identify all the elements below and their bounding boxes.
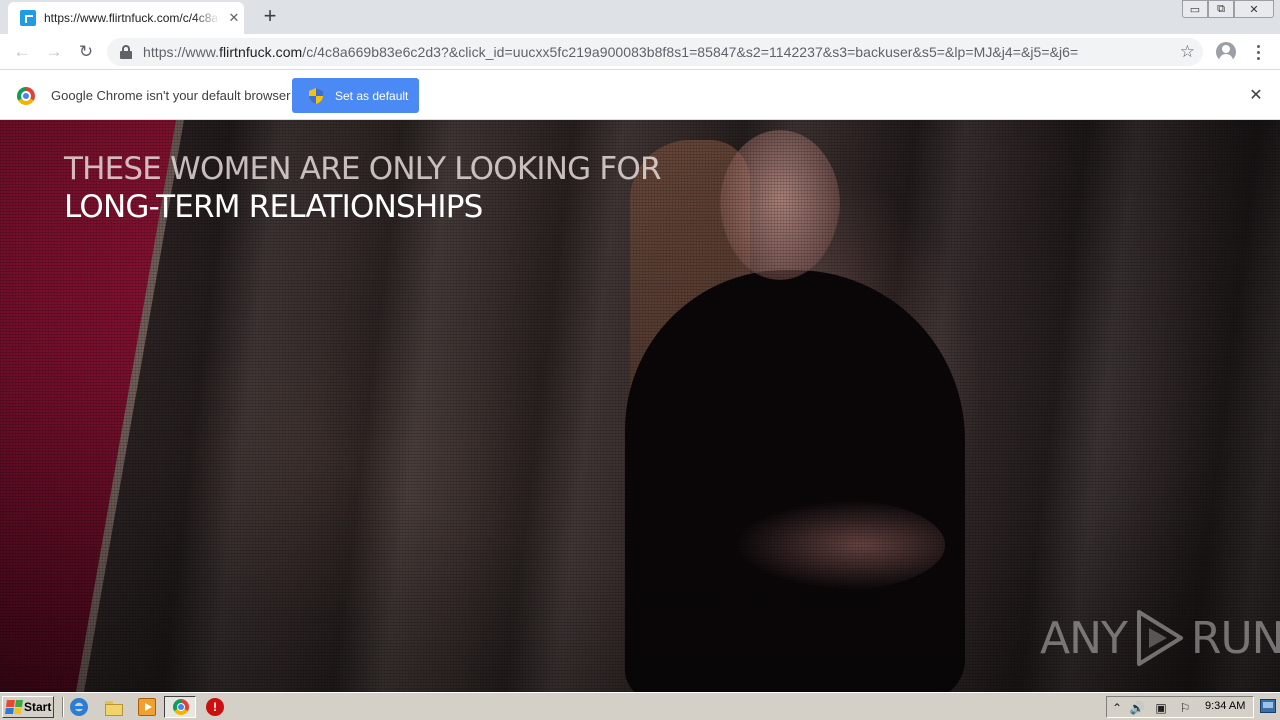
start-label: Start [24,700,52,714]
site-favicon-icon [20,10,36,26]
forward-button[interactable]: → [43,41,65,63]
taskbar-separator [62,697,64,717]
show-desktop-icon[interactable] [1260,699,1276,713]
start-button[interactable]: Start [2,696,54,718]
taskbar-clock[interactable]: 9:34 AM [1205,700,1245,712]
windows-taskbar: Start ! ⌃ 🔊 ▣ ⚐ 9:34 AM [0,692,1280,720]
windows-flag-icon [5,700,23,714]
system-tray: ⌃ 🔊 ▣ ⚐ 9:34 AM [1106,696,1254,718]
woman-arms [735,500,945,590]
url-scheme: https://www. [143,44,220,60]
set-as-default-button[interactable]: Set as default [292,78,419,113]
infobar-message: Google Chrome isn't your default browser [51,88,291,103]
media-player-icon[interactable] [138,698,156,716]
woman-face [720,130,840,280]
back-button[interactable]: ← [11,41,33,63]
bookmark-star-icon[interactable]: ☆ [1180,42,1195,62]
page-headline: THESE WOMEN ARE ONLY LOOKING FOR LONG-TE… [64,150,664,226]
network-icon[interactable]: ▣ [1153,700,1169,716]
chrome-menu-icon[interactable] [1250,42,1266,62]
watermark-any: ANY [1040,612,1128,664]
screen: https://www.flirtnfuck.com/c/4c8a669b83e… [0,0,1280,720]
uac-shield-icon [309,87,323,104]
set-as-default-label: Set as default [335,88,409,103]
tray-expand-icon[interactable]: ⌃ [1109,700,1125,716]
volume-icon[interactable]: 🔊 [1129,700,1145,716]
anyrun-watermark: ANY RUN [1040,608,1280,668]
browser-toolbar: ← → ↻ https://www.flirtnfuck.com/c/4c8a6… [0,34,1280,70]
window-maximize-button[interactable]: ⧉ [1208,0,1234,18]
chrome-logo-icon [17,87,35,105]
tab-close-icon[interactable]: ✕ [226,10,242,26]
tab-strip: https://www.flirtnfuck.com/c/4c8a669b83e… [0,0,1280,34]
taskbar-chrome-button[interactable] [164,696,196,718]
new-tab-button[interactable]: + [258,5,282,28]
watermark-run: RUN [1190,612,1280,664]
action-center-flag-icon[interactable]: ⚐ [1177,700,1193,716]
address-bar[interactable]: https://www.flirtnfuck.com/c/4c8a669b83e… [107,38,1203,66]
headline-line-2: LONG-TERM RELATIONSHIPS [64,189,483,225]
tab-title: https://www.flirtnfuck.com/c/4c8a669b83e… [44,11,220,25]
file-explorer-icon[interactable] [104,698,123,716]
url-text[interactable]: https://www.flirtnfuck.com/c/4c8a669b83e… [143,44,1078,60]
profile-avatar-icon[interactable] [1216,42,1236,62]
browser-tab[interactable]: https://www.flirtnfuck.com/c/4c8a669b83e… [8,2,244,34]
stop-sign-icon[interactable]: ! [206,698,224,716]
web-page: THESE WOMEN ARE ONLY LOOKING FOR LONG-TE… [0,120,1280,692]
headline-line-1: THESE WOMEN ARE ONLY LOOKING FOR [64,151,662,187]
internet-explorer-icon[interactable] [70,698,88,716]
window-close-button[interactable]: ✕ [1234,0,1274,18]
reload-button[interactable]: ↻ [75,41,97,63]
lock-icon[interactable] [119,45,133,59]
woman-dress [625,270,965,692]
url-path: /c/4c8a669b83e6c2d3?&click_id=uucxx5fc21… [302,44,1079,60]
url-host: flirtnfuck.com [219,44,303,60]
infobar-close-icon[interactable]: ✕ [1247,86,1265,104]
window-minimize-button[interactable]: ▭ [1182,0,1208,18]
chrome-taskbar-icon [173,699,189,715]
default-browser-infobar: Google Chrome isn't your default browser… [0,70,1280,120]
watermark-play-icon [1136,610,1183,666]
